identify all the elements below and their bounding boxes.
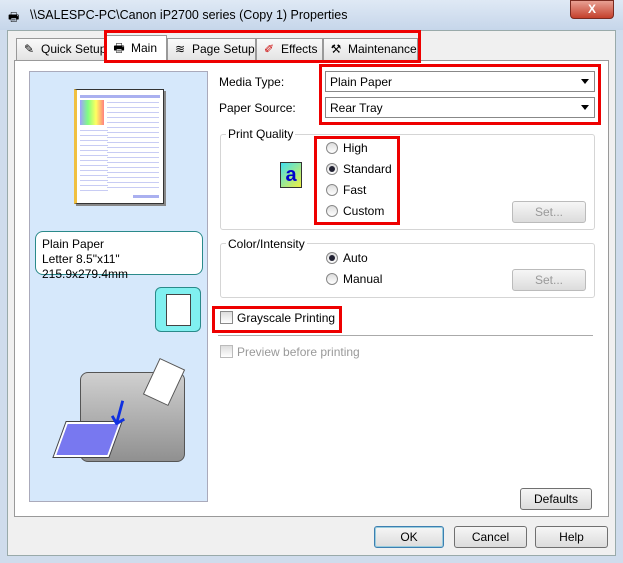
preview-label: Preview before printing [237, 345, 360, 359]
radio-label: Manual [343, 272, 383, 286]
highlight-grayscale [212, 306, 342, 333]
highlight-media [319, 64, 601, 125]
print-quality-label: Print Quality [226, 127, 296, 141]
color-set-button[interactable]: Set... [512, 269, 586, 291]
page-preview [74, 89, 164, 204]
paper-source-label: Paper Source: [219, 101, 296, 115]
highlight-quality [314, 136, 400, 225]
tab-label: Quick Setup [41, 42, 107, 56]
tab-quick-setup[interactable]: ✎ Quick Setup [16, 38, 106, 60]
media-info-box: Plain Paper Letter 8.5"x11" 215.9x279.4m… [35, 231, 203, 281]
printer-icon: 🖶 [8, 10, 20, 24]
quick-setup-icon: ✎ [23, 42, 35, 56]
help-button[interactable]: Help [535, 526, 608, 548]
title-bar: 🖶 \\SALESPC-PC\Canon iP2700 series (Copy… [0, 0, 623, 30]
ok-button[interactable]: OK [374, 526, 444, 548]
quality-icon: a [280, 162, 302, 188]
media-line: Plain Paper [42, 237, 105, 251]
color-intensity-label: Color/Intensity [226, 237, 307, 251]
separator [218, 335, 593, 336]
cancel-button[interactable]: Cancel [454, 526, 527, 548]
preview-pane: Plain Paper Letter 8.5"x11" 215.9x279.4m… [29, 71, 208, 502]
window-title: \\SALESPC-PC\Canon iP2700 series (Copy 1… [30, 8, 348, 22]
size-line: Letter 8.5"x11" 215.9x279.4mm [42, 252, 129, 281]
quality-set-button[interactable]: Set... [512, 201, 586, 223]
preview-checkbox[interactable]: Preview before printing [220, 345, 360, 359]
media-type-label: Media Type: [219, 75, 285, 89]
radio-auto[interactable]: Auto [326, 251, 368, 265]
radio-label: Auto [343, 251, 368, 265]
highlight-tabs [104, 30, 421, 63]
radio-manual[interactable]: Manual [326, 272, 382, 286]
orientation-icon [155, 287, 201, 332]
defaults-button[interactable]: Defaults [520, 488, 592, 510]
close-button[interactable]: X [570, 0, 614, 19]
